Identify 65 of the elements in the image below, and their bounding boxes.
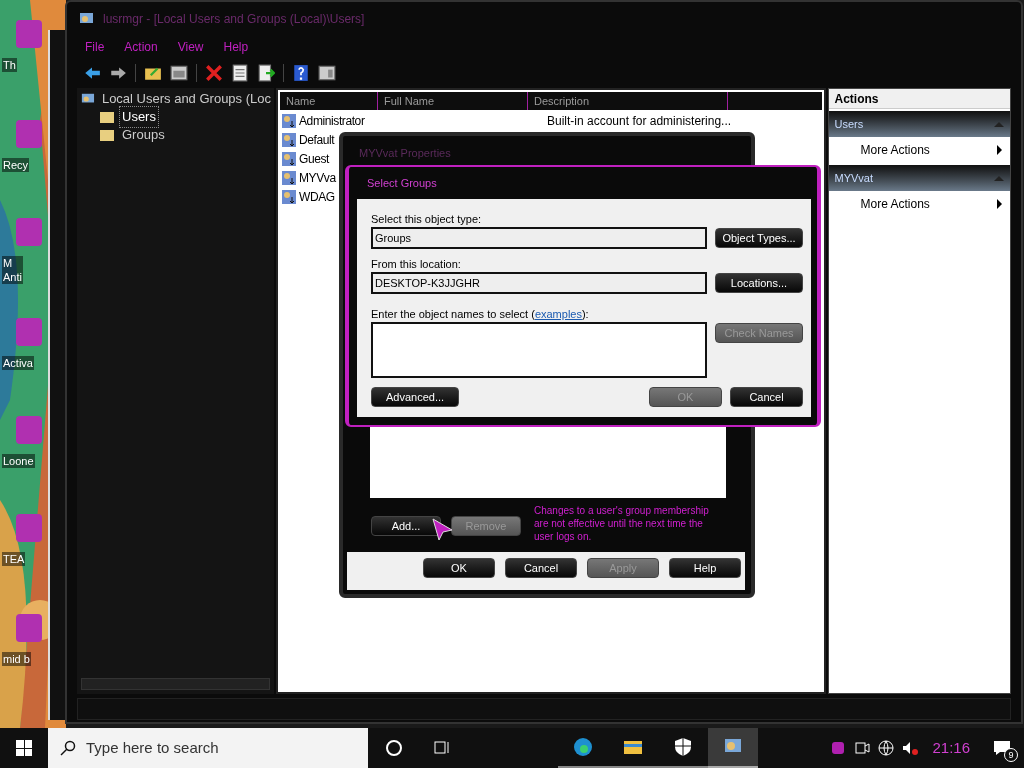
desktop-icon-label[interactable]: M Anti bbox=[2, 256, 23, 284]
user-icon bbox=[281, 150, 297, 167]
search-icon bbox=[60, 740, 76, 756]
menu-item[interactable]: Help bbox=[221, 38, 251, 56]
folder-icon bbox=[99, 110, 115, 124]
field-label: From this location: bbox=[371, 257, 461, 272]
location-field[interactable]: DESKTOP-K3JJGHR bbox=[371, 272, 707, 294]
dialog-button[interactable]: Cancel bbox=[505, 558, 577, 578]
desktop-icon-label[interactable]: Activa bbox=[2, 356, 34, 370]
desktop-icon-label[interactable]: TEA bbox=[2, 552, 26, 566]
action-item[interactable]: More Actions bbox=[860, 141, 930, 159]
column-header[interactable]: Description bbox=[528, 92, 728, 110]
notification-count: 9 bbox=[1004, 748, 1018, 762]
desktop-icon-label[interactable]: Th bbox=[2, 58, 17, 72]
desktop-icon-label[interactable]: Recy bbox=[2, 158, 30, 172]
object-names-field[interactable] bbox=[371, 322, 707, 378]
dialog-button[interactable]: Help bbox=[669, 558, 741, 578]
notifications-icon[interactable] bbox=[992, 738, 1012, 758]
window-icon[interactable] bbox=[170, 64, 188, 82]
dialog-title: Select Groups bbox=[367, 176, 437, 191]
export-icon[interactable] bbox=[257, 64, 275, 82]
window-title: lusrmgr - [Local Users and Groups (Local)\Users] bbox=[103, 11, 365, 28]
search-box[interactable]: Type here to search bbox=[48, 728, 368, 768]
window-icon[interactable] bbox=[318, 64, 336, 82]
menu-item[interactable]: File bbox=[83, 38, 107, 56]
advanced-button[interactable]: Advanced... bbox=[371, 387, 459, 407]
desktop-icon-label[interactable]: Loone bbox=[2, 454, 35, 468]
column-header[interactable]: Full Name bbox=[378, 92, 528, 110]
object-type-field[interactable]: Groups bbox=[371, 227, 707, 249]
list-icon[interactable] bbox=[231, 64, 249, 82]
user-icon bbox=[281, 188, 297, 205]
windows-logo-icon[interactable] bbox=[16, 740, 32, 756]
desktop-icon-label[interactable]: mid b bbox=[2, 652, 31, 666]
dialog-title: MYVvat Properties bbox=[359, 146, 451, 161]
horizontal-scrollbar[interactable] bbox=[81, 678, 270, 690]
submenu-arrow-icon bbox=[997, 145, 1002, 155]
section-header[interactable]: MYVvat bbox=[834, 169, 873, 187]
menu-item[interactable]: Action bbox=[122, 38, 160, 56]
clock: 21:16 bbox=[931, 737, 971, 758]
menu-item[interactable]: View bbox=[175, 38, 206, 56]
tree-item[interactable]: Users bbox=[119, 106, 159, 128]
search-placeholder: Type here to search bbox=[86, 737, 219, 758]
delete-icon[interactable] bbox=[205, 64, 223, 82]
dialog-button[interactable]: OK bbox=[423, 558, 495, 578]
object-types-button[interactable]: Object Types... bbox=[715, 228, 803, 248]
submenu-arrow-icon bbox=[997, 199, 1002, 209]
help-icon[interactable] bbox=[292, 64, 310, 82]
user-icon bbox=[281, 169, 297, 186]
user-icon bbox=[281, 131, 297, 148]
dialog-button[interactable]: Cancel bbox=[730, 387, 803, 407]
add-button[interactable]: Add... bbox=[371, 516, 441, 536]
user-description: Built-in account for administering... bbox=[547, 112, 732, 130]
users-icon[interactable] bbox=[708, 728, 758, 768]
column-header[interactable]: Name bbox=[280, 92, 378, 110]
user-name[interactable]: Administrator bbox=[299, 111, 535, 130]
mouse-pointer-icon bbox=[432, 518, 454, 542]
actions-title: Actions bbox=[828, 89, 1010, 109]
user-icon bbox=[281, 112, 297, 129]
field-label: Enter the object names to select (examples): bbox=[371, 307, 589, 322]
membership-note: Changes to a user's group membership are not effective until the next time the user logs on. bbox=[534, 504, 710, 543]
folder-icon bbox=[99, 128, 115, 142]
locations-button[interactable]: Locations... bbox=[715, 273, 803, 293]
action-item[interactable]: More Actions bbox=[860, 195, 930, 213]
section-header[interactable]: Users bbox=[834, 115, 864, 133]
field-label: Select this object type: bbox=[371, 212, 482, 227]
